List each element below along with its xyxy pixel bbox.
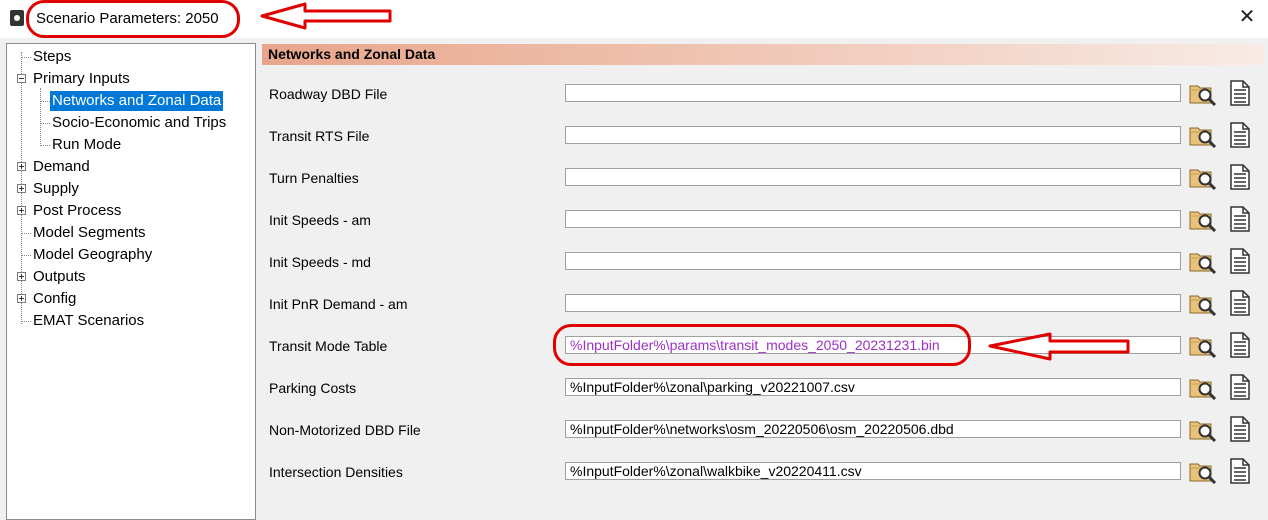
tree-connector (22, 321, 31, 322)
annotation-ellipse-title (26, 0, 240, 38)
expand-icon[interactable] (17, 162, 26, 171)
expand-icon[interactable] (17, 294, 26, 303)
folder-search-icon[interactable] (1189, 332, 1217, 359)
close-button[interactable]: ✕ (1234, 4, 1260, 30)
field-label: Turn Penalties (269, 170, 359, 186)
field-label: Parking Costs (269, 380, 357, 396)
init-pnr-demand-am-input[interactable] (565, 294, 1181, 312)
folder-search-icon[interactable] (1189, 458, 1217, 485)
init-speeds-am-input[interactable] (565, 210, 1181, 228)
tree-item-socio-economic-and-trips[interactable]: Socio-Economic and Trips (52, 113, 226, 133)
tree-item-outputs[interactable]: Outputs (33, 267, 86, 287)
folder-search-icon[interactable] (1189, 416, 1217, 443)
tree-item-supply[interactable]: Supply (33, 179, 79, 199)
field-label: Transit RTS File (269, 128, 370, 144)
expand-icon[interactable] (17, 206, 26, 215)
field-label: Roadway DBD File (269, 86, 388, 102)
init-speeds-md-input[interactable] (565, 252, 1181, 270)
field-label: Intersection Densities (269, 464, 403, 480)
field-label: Init Speeds - am (269, 212, 371, 228)
non-motorized-dbd-file-input[interactable]: %InputFolder%\networks\osm_20220506\osm_… (565, 420, 1181, 438)
folder-search-icon[interactable] (1189, 122, 1217, 149)
tree-connector (22, 255, 31, 256)
expand-icon[interactable] (17, 184, 26, 193)
tree-connector (22, 57, 31, 58)
tree-item-networks-and-zonal-data[interactable]: Networks and Zonal Data (50, 91, 224, 111)
collapse-icon[interactable] (17, 74, 26, 83)
document-icon[interactable] (1229, 122, 1251, 148)
folder-search-icon[interactable] (1189, 80, 1217, 107)
document-icon[interactable] (1229, 164, 1251, 190)
document-icon[interactable] (1229, 458, 1251, 484)
tree-item-run-mode[interactable]: Run Mode (52, 135, 121, 155)
document-icon[interactable] (1229, 374, 1251, 400)
parking-costs-input[interactable]: %InputFolder%\zonal\parking_v20221007.cs… (565, 378, 1181, 396)
tree-connector (41, 101, 50, 102)
tree-item-post-process[interactable]: Post Process (33, 201, 121, 221)
turn-penalties-input[interactable] (565, 168, 1181, 186)
tree-connector (22, 233, 31, 234)
document-icon[interactable] (1229, 206, 1251, 232)
tree-connector (41, 123, 50, 124)
field-label: Non-Motorized DBD File (269, 422, 421, 438)
transit-rts-file-input[interactable] (565, 126, 1181, 144)
document-icon[interactable] (1229, 416, 1251, 442)
expand-icon[interactable] (17, 272, 26, 281)
tree-item-steps[interactable]: Steps (33, 47, 71, 67)
folder-search-icon[interactable] (1189, 290, 1217, 317)
settings-app-icon (10, 10, 24, 26)
intersection-densities-input[interactable]: %InputFolder%\zonal\walkbike_v20220411.c… (565, 462, 1181, 480)
document-icon[interactable] (1229, 248, 1251, 274)
folder-search-icon[interactable] (1189, 206, 1217, 233)
tree-item-model-segments[interactable]: Model Segments (33, 223, 146, 243)
document-icon[interactable] (1229, 80, 1251, 106)
tree-connector (40, 88, 41, 146)
section-header: Networks and Zonal Data (262, 44, 1264, 65)
document-icon[interactable] (1229, 332, 1251, 358)
annotation-ellipse-transit-mode (553, 324, 971, 366)
tree-item-demand[interactable]: Demand (33, 157, 90, 177)
tree-item-primary-inputs[interactable]: Primary Inputs (33, 69, 130, 89)
field-label: Transit Mode Table (269, 338, 388, 354)
field-label: Init Speeds - md (269, 254, 371, 270)
tree-item-model-geography[interactable]: Model Geography (33, 245, 152, 265)
roadway-dbd-file-input[interactable] (565, 84, 1181, 102)
tree-connector (41, 145, 50, 146)
folder-search-icon[interactable] (1189, 374, 1217, 401)
field-label: Init PnR Demand - am (269, 296, 408, 312)
tree-item-emat-scenarios[interactable]: EMAT Scenarios (33, 311, 144, 331)
folder-search-icon[interactable] (1189, 164, 1217, 191)
document-icon[interactable] (1229, 290, 1251, 316)
folder-search-icon[interactable] (1189, 248, 1217, 275)
tree-item-config[interactable]: Config (33, 289, 76, 309)
parameters-panel (258, 43, 1268, 520)
